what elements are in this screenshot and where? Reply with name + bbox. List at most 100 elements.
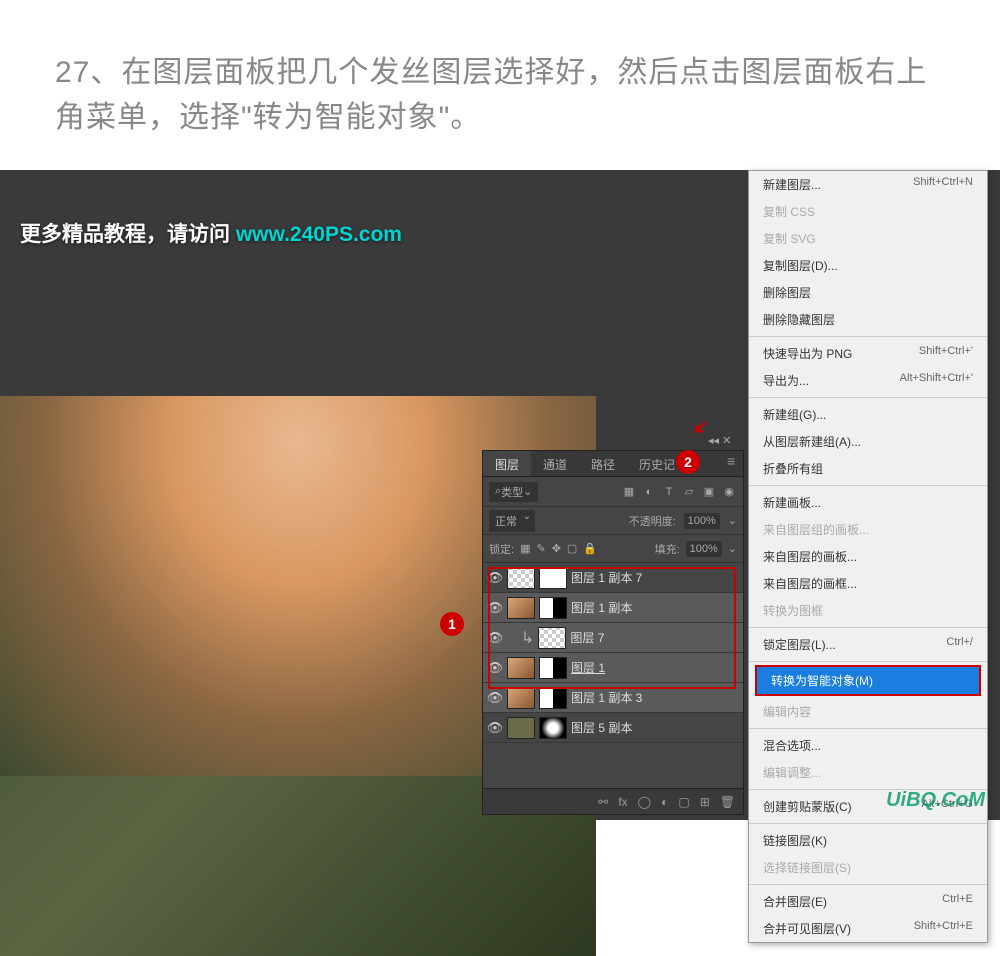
lock-brush-icon[interactable]: ✎ bbox=[536, 542, 545, 555]
menu-item[interactable]: 混合选项... bbox=[749, 732, 987, 759]
visibility-eye-icon[interactable]: 👁 bbox=[483, 660, 507, 676]
menu-separator bbox=[749, 627, 987, 628]
layer-name-label[interactable]: 图层 1 bbox=[571, 659, 605, 676]
panel-collapse-icon[interactable]: ◂◂ ✕ bbox=[708, 434, 731, 447]
layers-panel: 图层 通道 路径 历史记 ⌕ 类型 ⌄ ▦ ◐ T ▱ ▣ ◉ 正常 不透明度:… bbox=[482, 450, 744, 815]
layer-thumbnail[interactable] bbox=[507, 567, 535, 589]
menu-item[interactable]: 新建组(G)... bbox=[749, 401, 987, 428]
layer-name-label[interactable]: 图层 1 副本 3 bbox=[571, 689, 642, 706]
opacity-value[interactable]: 100% bbox=[684, 513, 720, 529]
group-icon[interactable]: ▢ bbox=[678, 795, 689, 809]
menu-item[interactable]: 折叠所有组 bbox=[749, 455, 987, 482]
opacity-chevron-icon[interactable]: ⌄ bbox=[728, 514, 737, 527]
tab-paths[interactable]: 路径 bbox=[579, 451, 627, 476]
layer-thumbnail[interactable] bbox=[507, 597, 535, 619]
menu-separator bbox=[749, 397, 987, 398]
menu-item[interactable]: 新建画板... bbox=[749, 489, 987, 516]
visibility-eye-icon[interactable]: 👁 bbox=[483, 630, 507, 646]
layer-thumbnail[interactable] bbox=[538, 627, 566, 649]
layer-row[interactable]: 👁 图层 1 副本 7 bbox=[483, 563, 743, 593]
menu-item: 复制 SVG bbox=[749, 225, 987, 252]
blend-mode-select[interactable]: 正常 bbox=[489, 510, 535, 532]
fill-chevron-icon[interactable]: ⌄ bbox=[728, 542, 737, 555]
layer-name-label[interactable]: 图层 7 bbox=[570, 629, 604, 646]
layer-thumbnail[interactable] bbox=[507, 687, 535, 709]
layer-mask-thumbnail[interactable] bbox=[539, 657, 567, 679]
layer-mask-thumbnail[interactable] bbox=[539, 597, 567, 619]
watermark-text: 更多精品教程，请访问 www.240PS.com bbox=[20, 218, 402, 248]
menu-item[interactable]: 复制图层(D)... bbox=[749, 252, 987, 279]
layer-name-label[interactable]: 图层 5 副本 bbox=[571, 719, 632, 736]
menu-item[interactable]: 来自图层的画框... bbox=[749, 570, 987, 597]
visibility-eye-icon[interactable]: 👁 bbox=[483, 600, 507, 616]
filter-type-icon[interactable]: T bbox=[661, 484, 677, 500]
layer-context-menu: 新建图层...Shift+Ctrl+N复制 CSS复制 SVG复制图层(D)..… bbox=[748, 170, 988, 943]
menu-item: 编辑内容 bbox=[749, 698, 987, 725]
menu-item[interactable]: 删除隐藏图层 bbox=[749, 306, 987, 333]
tab-layers[interactable]: 图层 bbox=[483, 451, 531, 476]
tab-channels[interactable]: 通道 bbox=[531, 451, 579, 476]
layer-filter-row: ⌕ 类型 ⌄ ▦ ◐ T ▱ ▣ ◉ bbox=[483, 477, 743, 507]
panel-menu-icon[interactable]: ≡ bbox=[727, 453, 735, 469]
menu-separator bbox=[749, 485, 987, 486]
menu-item[interactable]: 删除图层 bbox=[749, 279, 987, 306]
fill-value[interactable]: 100% bbox=[686, 541, 722, 557]
layer-row[interactable]: 👁 图层 1 bbox=[483, 653, 743, 683]
bottom-watermark: UiBQ.CoM bbox=[886, 789, 985, 812]
filter-shape-icon[interactable]: ▱ bbox=[681, 484, 697, 500]
menu-separator bbox=[749, 661, 987, 662]
layer-mask-thumbnail[interactable] bbox=[539, 717, 567, 739]
fx-icon[interactable]: fx bbox=[618, 795, 627, 809]
instruction-text: 27、在图层面板把几个发丝图层选择好，然后点击图层面板右上角菜单，选择"转为智能… bbox=[0, 0, 1000, 170]
menu-item-convert-smart-object[interactable]: 转换为智能对象(M) bbox=[757, 667, 979, 694]
adjustment-icon[interactable]: ◐ bbox=[661, 795, 668, 809]
layer-row[interactable]: 👁 图层 5 副本 bbox=[483, 713, 743, 743]
filter-pixel-icon[interactable]: ▦ bbox=[621, 484, 637, 500]
opacity-label: 不透明度: bbox=[629, 513, 676, 529]
filter-toggle-icon[interactable]: ◉ bbox=[721, 484, 737, 500]
fill-label: 填充: bbox=[655, 541, 680, 557]
lock-label: 锁定: bbox=[489, 541, 514, 557]
trash-icon[interactable]: 🗑 bbox=[720, 795, 735, 809]
new-layer-icon[interactable]: ⊞ bbox=[700, 795, 710, 809]
menu-item[interactable]: 合并图层(E)Ctrl+E bbox=[749, 888, 987, 915]
layer-name-label[interactable]: 图层 1 副本 bbox=[571, 599, 632, 616]
layer-row[interactable]: 👁↳图层 7 bbox=[483, 623, 743, 653]
layer-thumbnail[interactable] bbox=[507, 717, 535, 739]
layer-row[interactable]: 👁 图层 1 副本 bbox=[483, 593, 743, 623]
mask-icon[interactable]: ◯ bbox=[638, 795, 651, 809]
menu-item[interactable]: 锁定图层(L)...Ctrl+/ bbox=[749, 631, 987, 658]
visibility-eye-icon[interactable]: 👁 bbox=[483, 720, 507, 736]
menu-separator bbox=[749, 728, 987, 729]
lock-all-icon[interactable]: 🔒 bbox=[583, 542, 597, 555]
filter-adjust-icon[interactable]: ◐ bbox=[641, 484, 657, 500]
menu-item: 编辑调整... bbox=[749, 759, 987, 786]
menu-item[interactable]: 从图层新建组(A)... bbox=[749, 428, 987, 455]
menu-item[interactable]: 合并可见图层(V)Shift+Ctrl+E bbox=[749, 915, 987, 942]
layer-mask-thumbnail[interactable] bbox=[539, 567, 567, 589]
menu-item[interactable]: 来自图层的画板... bbox=[749, 543, 987, 570]
visibility-eye-icon[interactable]: 👁 bbox=[483, 690, 507, 706]
lock-position-icon[interactable]: ✥ bbox=[552, 542, 561, 555]
visibility-eye-icon[interactable]: 👁 bbox=[483, 570, 507, 586]
watermark-link: www.240PS.com bbox=[236, 223, 402, 246]
annotation-marker-2: 2 bbox=[676, 450, 700, 474]
layer-thumbnail[interactable] bbox=[507, 657, 535, 679]
layer-list: 👁图层 1 副本 7👁图层 1 副本👁↳图层 7👁图层 1👁图层 1 副本 3👁… bbox=[483, 563, 743, 743]
menu-item: 复制 CSS bbox=[749, 198, 987, 225]
filter-smart-icon[interactable]: ▣ bbox=[701, 484, 717, 500]
menu-item[interactable]: 快速导出为 PNGShift+Ctrl+' bbox=[749, 340, 987, 367]
menu-item[interactable]: 新建图层...Shift+Ctrl+N bbox=[749, 171, 987, 198]
layer-mask-thumbnail[interactable] bbox=[539, 687, 567, 709]
lock-artboard-icon[interactable]: ▢ bbox=[567, 542, 577, 555]
layer-name-label[interactable]: 图层 1 副本 7 bbox=[571, 569, 642, 586]
menu-item: 转换为图框 bbox=[749, 597, 987, 624]
blend-row: 正常 不透明度: 100% ⌄ bbox=[483, 507, 743, 535]
layer-row[interactable]: 👁 图层 1 副本 3 bbox=[483, 683, 743, 713]
filter-type-dropdown[interactable]: ⌕ 类型 ⌄ bbox=[489, 482, 538, 502]
menu-item[interactable]: 导出为...Alt+Shift+Ctrl+' bbox=[749, 367, 987, 394]
menu-item: 来自图层组的画板... bbox=[749, 516, 987, 543]
menu-item[interactable]: 链接图层(K) bbox=[749, 827, 987, 854]
lock-transparent-icon[interactable]: ▦ bbox=[520, 542, 530, 555]
link-layers-icon[interactable]: ⚯ bbox=[598, 795, 608, 809]
